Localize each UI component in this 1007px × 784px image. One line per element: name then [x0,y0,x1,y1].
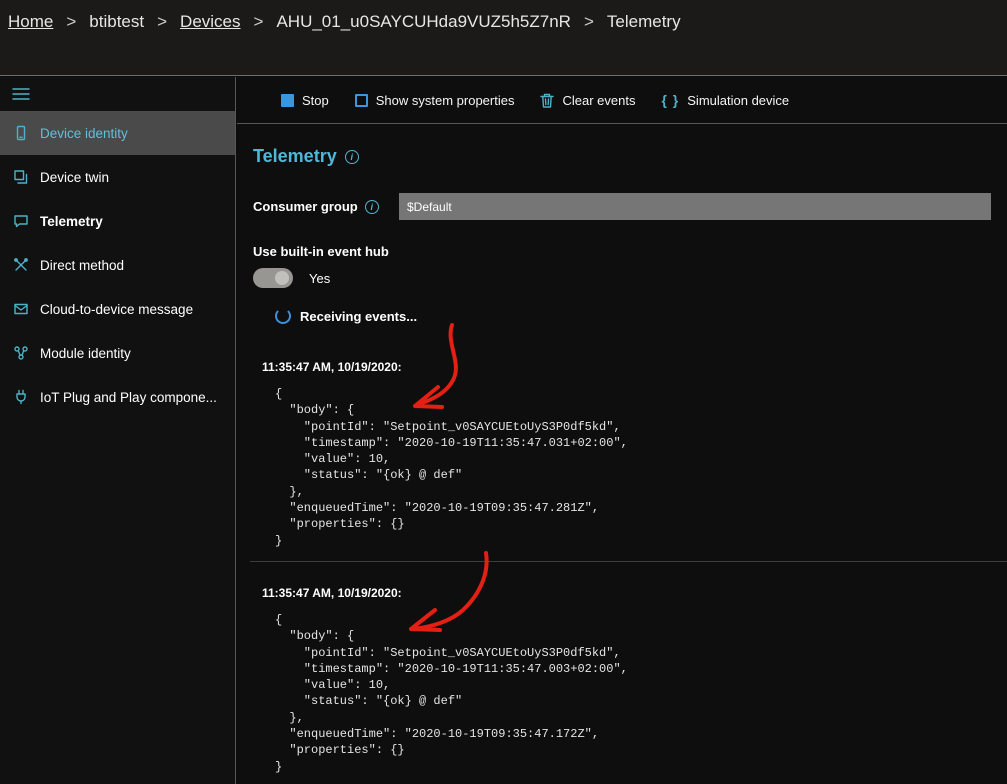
event-item: 11:35:47 AM, 10/19/2020: { "body": { "po… [262,586,1007,775]
sidebar-item-label: IoT Plug and Play compone... [40,390,217,405]
event-timestamp: 11:35:47 AM, 10/19/2020: [262,586,1007,600]
module-identity-icon [13,345,29,361]
direct-method-icon [13,257,29,273]
info-icon[interactable]: i [345,150,359,164]
sidebar-item-label: Device twin [40,170,109,185]
simulation-device-label: Simulation device [687,93,789,108]
sidebar-item-direct-method[interactable]: Direct method [0,243,235,287]
braces-icon: { } [661,92,679,108]
receiving-events-label: Receiving events... [300,309,417,324]
spinner-icon [275,308,291,324]
breadcrumb-separator: > [584,12,594,32]
stop-icon [281,94,294,107]
event-list: 11:35:47 AM, 10/19/2020: { "body": { "po… [262,586,1007,775]
breadcrumb: Home > btibtest > Devices > AHU_01_u0SAY… [0,0,1007,76]
breadcrumb-devices-link[interactable]: Devices [180,12,240,32]
stop-label: Stop [302,93,329,108]
sidebar-item-device-twin[interactable]: Device twin [0,155,235,199]
breadcrumb-separator: > [66,12,76,32]
event-json: { "body": { "pointId": "Setpoint_v0SAYCU… [275,612,1007,775]
sidebar-item-label: Module identity [40,346,131,361]
clear-events-button[interactable]: Clear events [540,93,635,108]
toggle-knob-icon [275,271,289,285]
sidebar-item-module-identity[interactable]: Module identity [0,331,235,375]
use-built-in-event-hub-label: Use built-in event hub [253,244,1007,259]
event-list: 11:35:47 AM, 10/19/2020: { "body": { "po… [262,360,1007,549]
plug-icon [13,389,29,405]
device-identity-icon [13,125,29,141]
info-icon[interactable]: i [365,200,379,214]
hamburger-menu-button[interactable] [0,77,42,108]
stop-button[interactable]: Stop [281,93,329,108]
sidebar-item-label: Cloud-to-device message [40,302,193,317]
command-bar: Stop Show system properties Clear events… [237,77,1007,124]
breadcrumb-hub[interactable]: btibtest [89,12,144,32]
event-timestamp: 11:35:47 AM, 10/19/2020: [262,360,1007,374]
sidebar-item-device-identity[interactable]: Device identity [0,111,235,155]
consumer-group-input[interactable] [399,193,991,220]
trash-icon [540,93,554,108]
event-hub-toggle-row: Yes [253,268,1007,288]
sidebar: Device identity Device twin Telemetry Di… [0,77,236,784]
clear-events-label: Clear events [562,93,635,108]
device-twin-icon [13,169,29,185]
sidebar-item-telemetry[interactable]: Telemetry [0,199,235,243]
sidebar-nav: Device identity Device twin Telemetry Di… [0,111,235,419]
main-panel: Stop Show system properties Clear events… [237,77,1007,784]
event-hub-toggle[interactable] [253,268,293,288]
breadcrumb-device-id[interactable]: AHU_01_u0SAYCUHda9VUZ5h5Z7nR [276,12,571,32]
event-divider [250,561,1007,562]
show-system-properties-label: Show system properties [376,93,515,108]
consumer-group-row: Consumer group i [253,193,991,220]
telemetry-chat-icon [13,213,29,229]
show-system-properties-button[interactable]: Show system properties [355,93,515,108]
consumer-group-label: Consumer group [253,199,358,214]
breadcrumb-current-page: Telemetry [607,12,681,32]
envelope-icon [13,301,29,317]
toggle-value-label: Yes [309,271,330,286]
event-json: { "body": { "pointId": "Setpoint_v0SAYCU… [275,386,1007,549]
sidebar-item-cloud-to-device-message[interactable]: Cloud-to-device message [0,287,235,331]
breadcrumb-home-link[interactable]: Home [8,12,53,32]
simulation-device-button[interactable]: { } Simulation device [661,92,789,108]
breadcrumb-separator: > [157,12,167,32]
page-title-row: Telemetry i [253,146,1007,167]
sidebar-item-label: Direct method [40,258,124,273]
receiving-events-row: Receiving events... [275,308,1007,324]
page-title: Telemetry [253,146,337,167]
sidebar-item-label: Device identity [40,126,128,141]
hamburger-icon [12,87,30,101]
checkbox-icon [355,94,368,107]
event-item: 11:35:47 AM, 10/19/2020: { "body": { "po… [262,360,1007,549]
sidebar-item-iot-plug-and-play[interactable]: IoT Plug and Play compone... [0,375,235,419]
sidebar-item-label: Telemetry [40,214,103,229]
breadcrumb-separator: > [254,12,264,32]
